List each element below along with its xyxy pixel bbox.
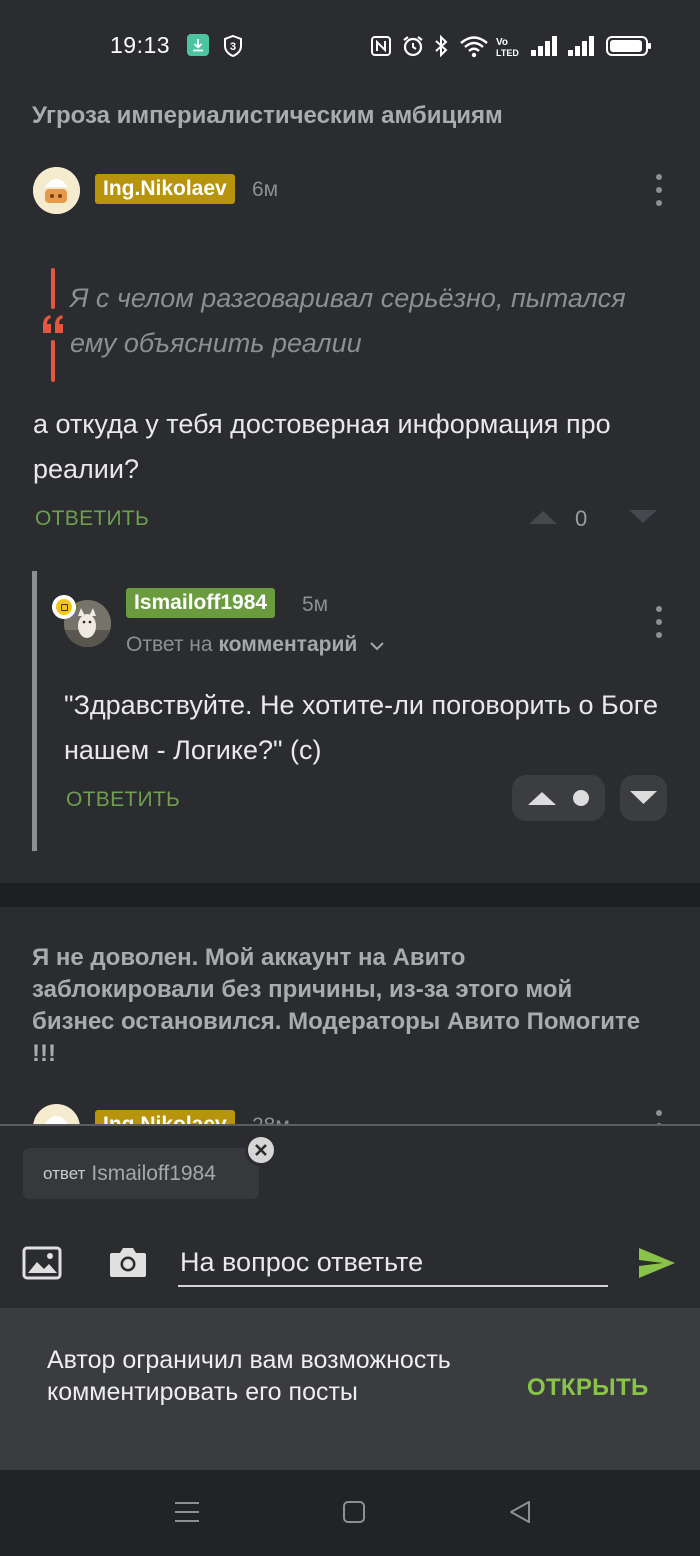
author-badge[interactable]: Ing.Nikolaev [95, 174, 235, 204]
nfc-icon [370, 34, 392, 58]
score-dot-icon [573, 790, 589, 806]
svg-text:Vo: Vo [496, 37, 508, 48]
back-icon[interactable] [508, 1499, 532, 1525]
more-options-icon[interactable] [654, 1110, 664, 1124]
reply-to-prefix: Ответ на [126, 633, 213, 656]
home-icon[interactable] [342, 1500, 366, 1524]
send-icon[interactable] [637, 1245, 677, 1281]
reply-button[interactable]: ОТВЕТИТЬ [66, 788, 180, 812]
wifi-icon [459, 34, 489, 58]
reply-button[interactable]: ОТВЕТИТЬ [35, 507, 149, 531]
avatar[interactable] [33, 167, 80, 214]
upvote-icon[interactable] [527, 506, 559, 528]
volte-icon: Vo LTED [496, 34, 522, 58]
post-title[interactable]: Я не доволен. Мой аккаунт на Авито забло… [32, 942, 652, 1070]
post-title[interactable]: Угроза империалистическим амбициям [32, 102, 503, 130]
downvote-icon[interactable] [627, 506, 659, 528]
status-time: 19:13 [110, 32, 171, 58]
shield-3-icon: 3 [222, 34, 244, 58]
comment-time: 6м [252, 178, 279, 201]
more-options-icon[interactable] [654, 606, 664, 638]
reply-chip-name: Ismailoff1984 [91, 1161, 216, 1185]
thread-line[interactable] [32, 571, 37, 851]
notification-count: 3 [230, 41, 236, 53]
battery-icon [606, 34, 652, 58]
author-badge[interactable]: Ismailoff1984 [126, 588, 276, 618]
signal-1-icon [530, 34, 560, 58]
alarm-icon [401, 34, 425, 58]
downvote-button[interactable] [620, 775, 667, 821]
menu-icon[interactable] [174, 1500, 200, 1524]
avatar[interactable] [33, 1104, 80, 1124]
download-icon [187, 34, 209, 56]
comment-time: 28м [252, 1114, 290, 1124]
user-status-icon [52, 595, 76, 619]
comment-input[interactable] [178, 1240, 608, 1284]
reply-to-target: комментарий [218, 633, 358, 656]
comment-text: "Здравствуйте. Не хотите-ли поговорить о… [64, 690, 659, 765]
reply-chip: ответ Ismailoff1984 [23, 1148, 259, 1199]
comment-text: а откуда у тебя достоверная информация п… [33, 409, 611, 484]
quote-bar-top [51, 268, 55, 309]
close-icon[interactable] [245, 1134, 277, 1166]
upvote-icon [528, 792, 556, 805]
author-badge[interactable]: Ing.Nikolaev [95, 1110, 235, 1124]
bluetooth-icon [432, 34, 450, 58]
comment-quote: Я с челом разговаривал серьёзно, пытался… [70, 283, 626, 358]
open-button[interactable]: ОТКРЫТЬ [527, 1374, 649, 1402]
image-icon[interactable] [22, 1246, 62, 1280]
quote-bar-bottom [51, 340, 55, 382]
quote-icon [41, 313, 65, 335]
signal-2-icon [567, 34, 597, 58]
banner-text: Автор ограничил вам возможность комменти… [47, 1346, 451, 1406]
more-options-icon[interactable] [654, 174, 664, 206]
svg-text:LTED: LTED [496, 48, 519, 58]
post-separator [0, 883, 700, 907]
post2-comment-header: Ing.Nikolaev 28м [0, 1098, 700, 1124]
reply-chip-prefix: ответ [43, 1163, 86, 1183]
camera-icon[interactable] [108, 1244, 148, 1280]
comment-time: 5м [302, 593, 329, 616]
chevron-down-icon [370, 642, 384, 651]
downvote-icon [630, 791, 657, 804]
comment-input-wrapper [178, 1240, 608, 1287]
vote-score: 0 [575, 506, 588, 531]
reply-to-link[interactable]: Ответ на комментарий [126, 633, 385, 657]
upvote-pill[interactable] [512, 775, 605, 821]
